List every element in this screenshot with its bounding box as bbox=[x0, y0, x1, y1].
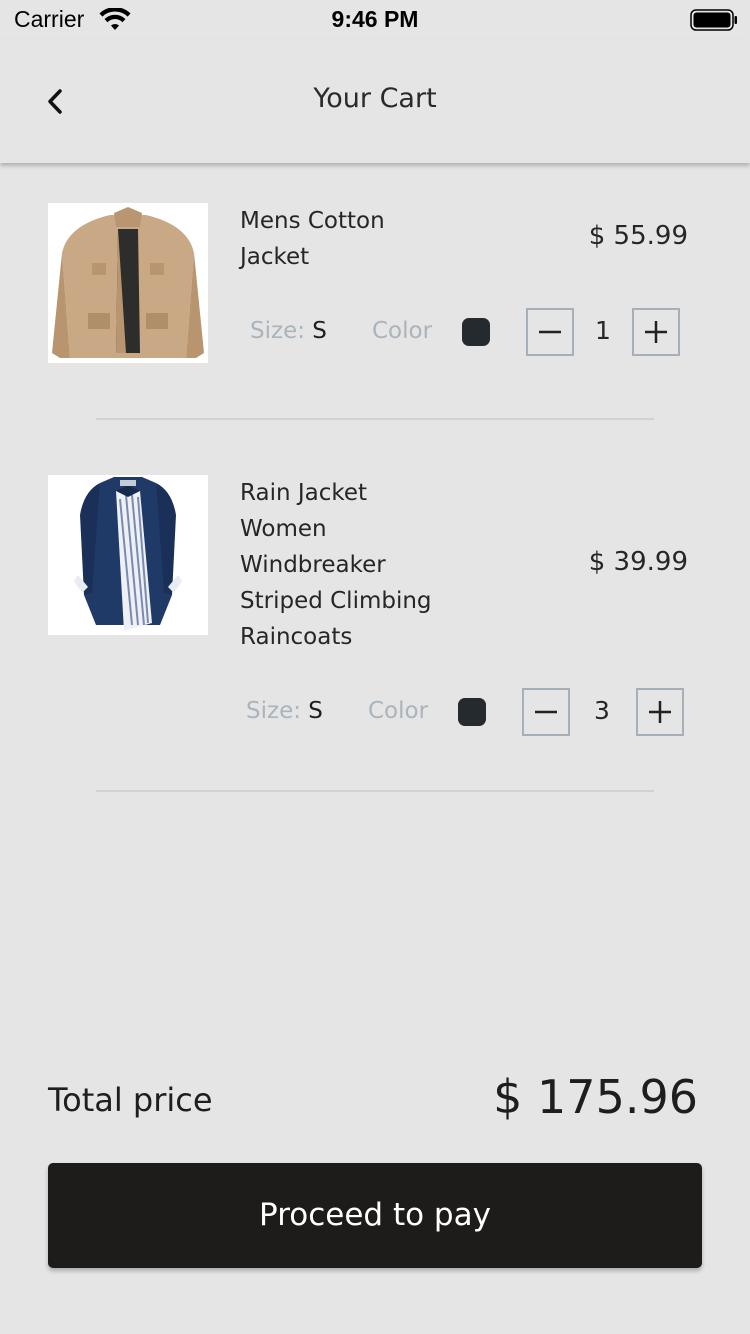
increase-quantity-button[interactable] bbox=[636, 688, 684, 736]
product-name: Mens Cotton Jacket bbox=[240, 208, 385, 270]
khaki-jacket-image bbox=[52, 207, 204, 358]
color-label: Color bbox=[372, 318, 433, 344]
color-label: Color bbox=[368, 698, 429, 724]
minus-icon bbox=[535, 710, 557, 714]
quantity-value: 3 bbox=[594, 696, 610, 725]
battery-icon bbox=[690, 9, 737, 31]
increase-quantity-button[interactable] bbox=[632, 308, 680, 356]
cart-item: Rain Jacket Women Windbreaker Striped Cl… bbox=[0, 475, 750, 795]
color-swatch[interactable] bbox=[462, 318, 490, 346]
size-value: S bbox=[308, 698, 323, 724]
decrease-quantity-button[interactable] bbox=[526, 308, 574, 356]
plus-icon bbox=[649, 701, 671, 723]
divider bbox=[96, 418, 654, 420]
plus-icon bbox=[645, 321, 667, 343]
color-swatch[interactable] bbox=[458, 698, 486, 726]
navy-raincoat-image bbox=[74, 477, 182, 631]
size-value: S bbox=[312, 318, 327, 344]
product-price: $ 39.99 bbox=[588, 547, 688, 577]
total-price-value: $ 175.96 bbox=[493, 1070, 698, 1124]
options-row: Size: S Color 3 bbox=[246, 688, 686, 736]
status-time: 9:46 PM bbox=[331, 6, 419, 32]
total-price-label: Total price bbox=[48, 1081, 213, 1119]
product-price: $ 55.99 bbox=[588, 221, 688, 251]
size-label: Size: S bbox=[246, 698, 323, 724]
minus-icon bbox=[539, 330, 561, 334]
quantity-value: 1 bbox=[595, 316, 611, 345]
cart-item: Mens Cotton Jacket $ 55.99 Size: S Color… bbox=[0, 203, 750, 423]
size-label: Size: S bbox=[250, 318, 327, 344]
status-bar: Carrier 9:46 PM bbox=[0, 0, 750, 40]
options-row: Size: S Color 1 bbox=[250, 308, 690, 356]
proceed-to-pay-button[interactable]: Proceed to pay bbox=[48, 1163, 702, 1268]
product-image[interactable] bbox=[48, 475, 208, 635]
decrease-quantity-button[interactable] bbox=[522, 688, 570, 736]
page-title: Your Cart bbox=[313, 83, 437, 114]
product-name: Rain Jacket Women Windbreaker Striped Cl… bbox=[240, 480, 432, 650]
product-image[interactable] bbox=[48, 203, 208, 363]
nav-bar: Your Cart bbox=[0, 40, 750, 163]
divider bbox=[96, 790, 654, 792]
